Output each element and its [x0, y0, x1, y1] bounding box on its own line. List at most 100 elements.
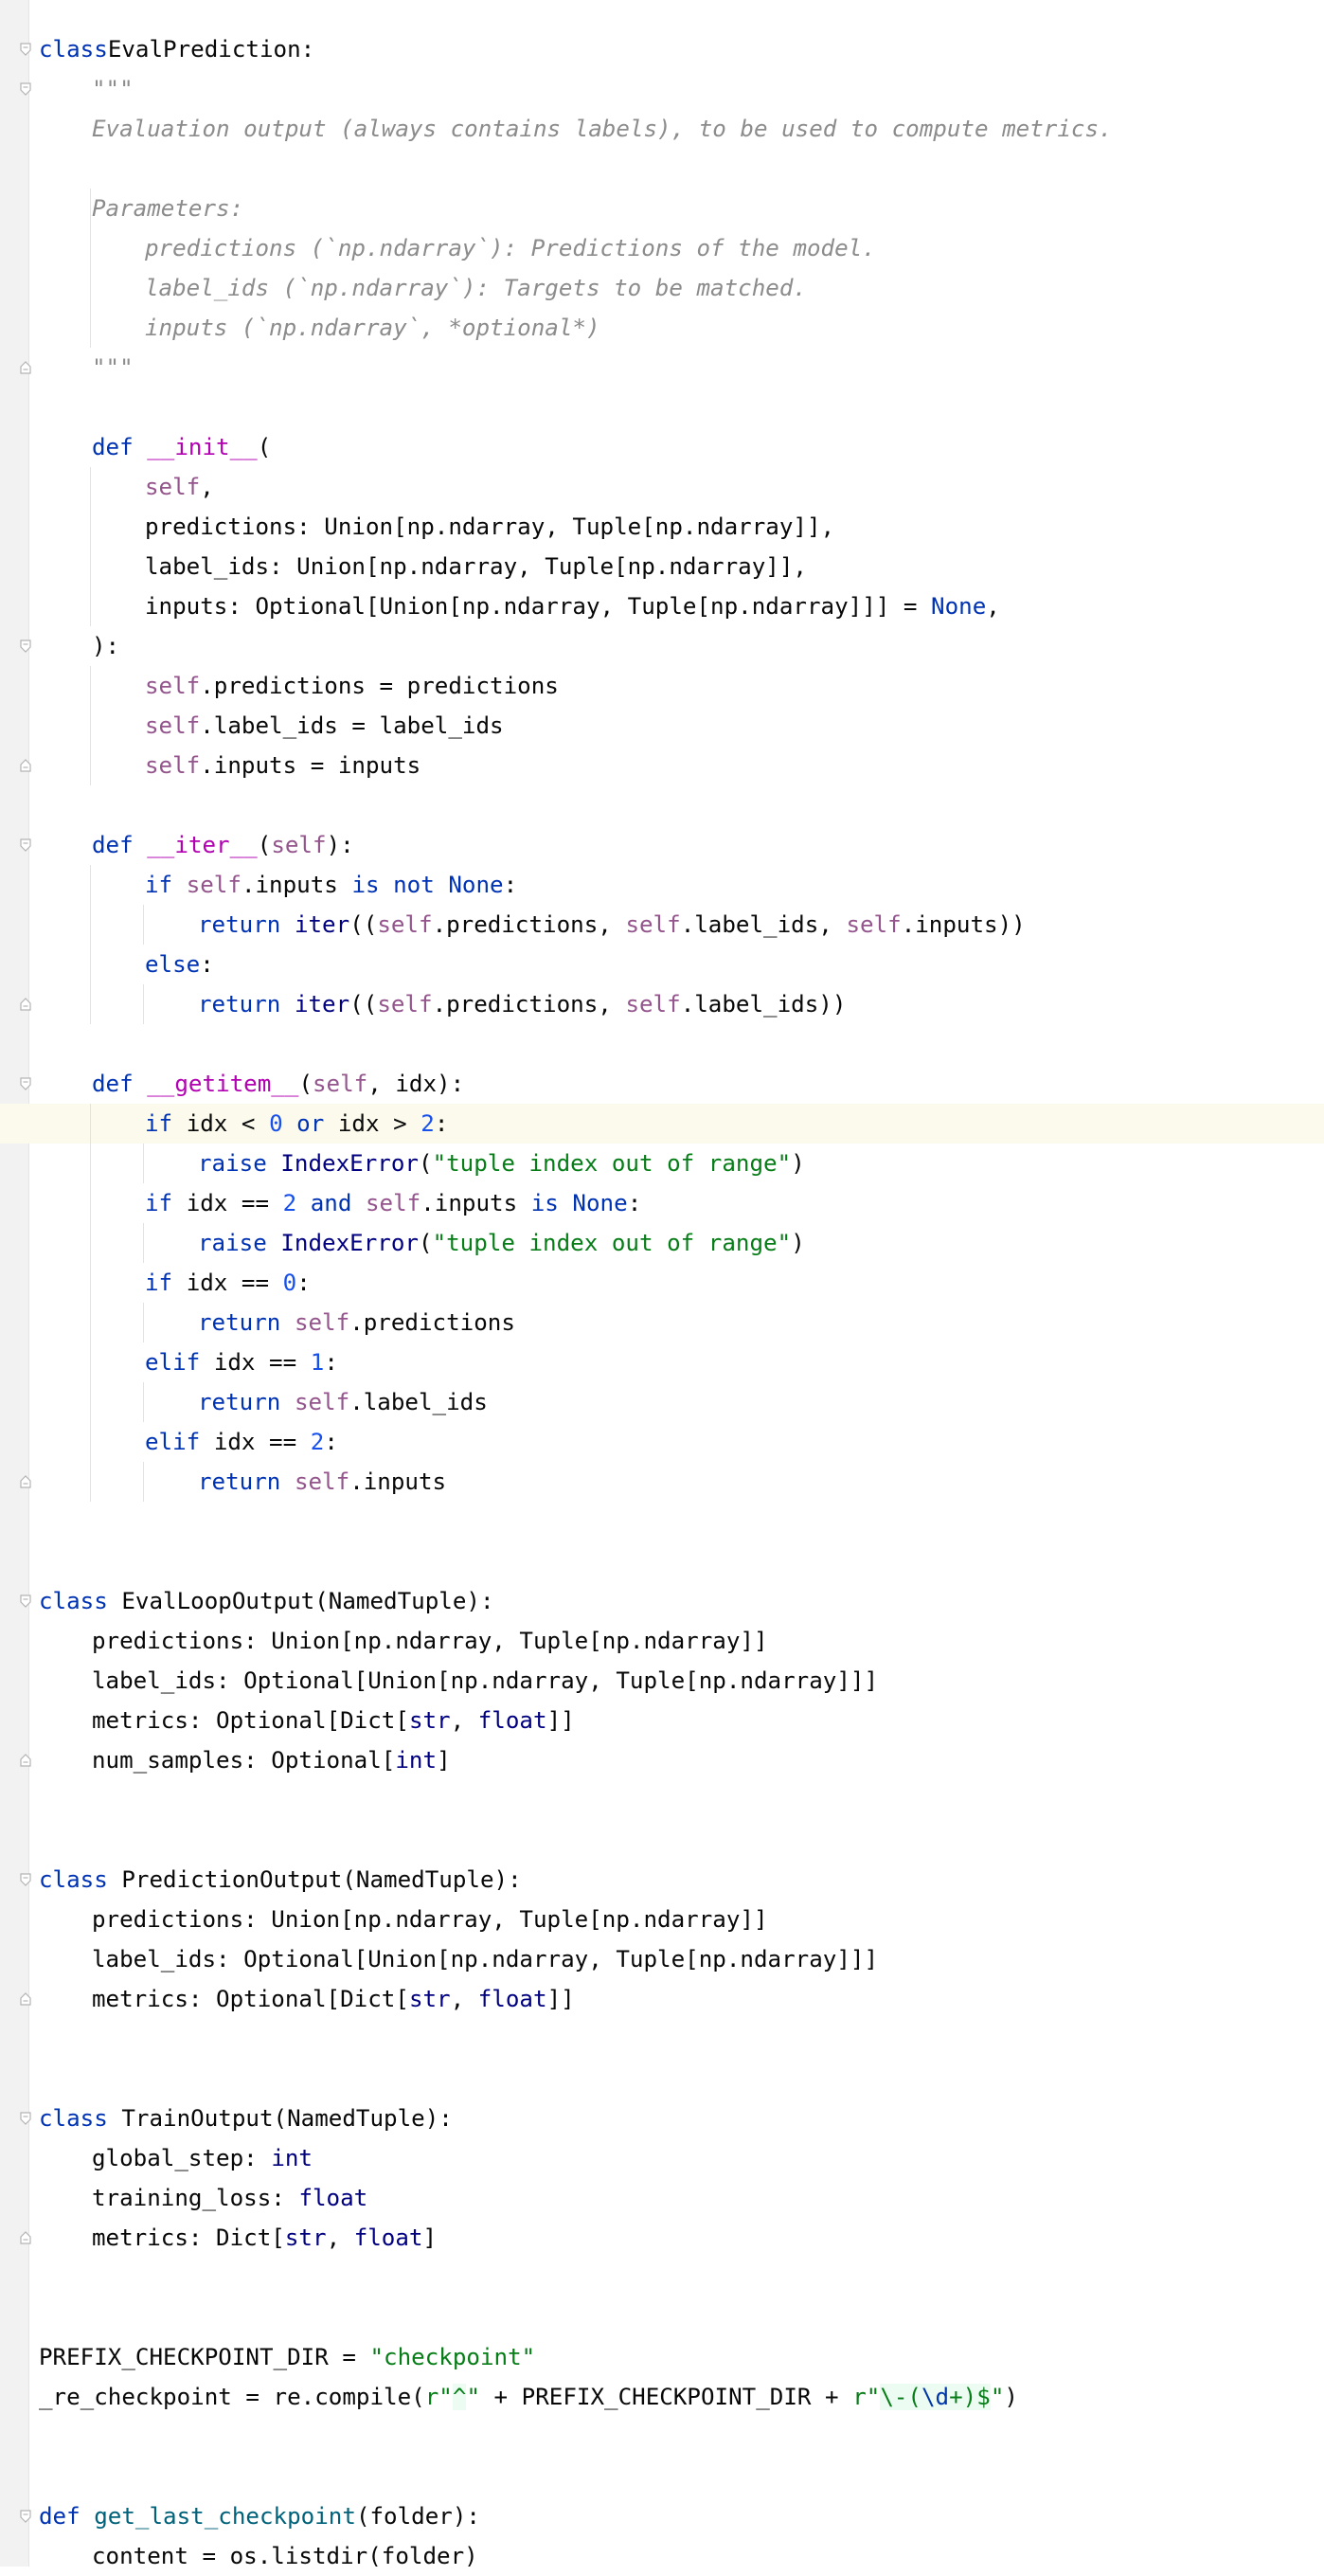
code-line[interactable]: raise IndexError("tuple index out of ran…: [0, 1144, 1324, 1183]
code-text: return self.label_ids: [198, 1382, 488, 1422]
code-line[interactable]: return iter((self.predictions, self.labe…: [0, 905, 1324, 945]
code-line[interactable]: [0, 2019, 1324, 2059]
code-token: self: [294, 1389, 350, 1415]
fold-end-icon[interactable]: [19, 759, 32, 772]
fold-collapse-icon[interactable]: [19, 1594, 32, 1608]
fold-end-icon[interactable]: [19, 1754, 32, 1767]
code-line[interactable]: self.label_ids = label_ids: [0, 706, 1324, 746]
code-line[interactable]: [0, 2457, 1324, 2496]
code-line[interactable]: elif idx == 1:: [0, 1342, 1324, 1382]
code-line[interactable]: classEvalPrediction:: [0, 29, 1324, 69]
code-line[interactable]: if self.inputs is not None:: [0, 865, 1324, 905]
fold-collapse-icon[interactable]: [19, 2112, 32, 2125]
code-line[interactable]: raise IndexError("tuple index out of ran…: [0, 1223, 1324, 1263]
code-line[interactable]: [0, 785, 1324, 825]
fold-collapse-icon[interactable]: [19, 43, 32, 56]
code-token: ": [466, 2384, 480, 2410]
code-line[interactable]: if idx == 0:: [0, 1263, 1324, 1303]
code-line[interactable]: [0, 2417, 1324, 2457]
code-token: is not None: [351, 872, 504, 898]
code-line[interactable]: class TrainOutput(NamedTuple):: [0, 2099, 1324, 2138]
code-line[interactable]: inputs: Optional[Union[np.ndarray, Tuple…: [0, 586, 1324, 626]
code-line[interactable]: label_ids: Optional[Union[np.ndarray, Tu…: [0, 1939, 1324, 1979]
code-line[interactable]: [0, 1820, 1324, 1860]
code-line[interactable]: predictions: Union[np.ndarray, Tuple[np.…: [0, 507, 1324, 547]
code-line[interactable]: predictions: Union[np.ndarray, Tuple[np.…: [0, 1621, 1324, 1661]
code-token: +)$: [949, 2384, 991, 2410]
fold-collapse-icon[interactable]: [19, 838, 32, 852]
code-text: elif idx == 1:: [145, 1342, 338, 1382]
code-token: raise: [198, 1150, 281, 1177]
code-text: classEvalPrediction:: [39, 29, 314, 69]
fold-end-icon[interactable]: [19, 1992, 32, 2006]
fold-collapse-icon[interactable]: [19, 639, 32, 653]
code-line[interactable]: """: [0, 69, 1324, 109]
code-line[interactable]: """: [0, 348, 1324, 387]
code-line[interactable]: [0, 2258, 1324, 2297]
code-line[interactable]: class PredictionOutput(NamedTuple):: [0, 1860, 1324, 1900]
code-token: int: [395, 1747, 438, 1774]
code-line[interactable]: def __iter__(self):: [0, 825, 1324, 865]
code-line[interactable]: self,: [0, 467, 1324, 507]
fold-collapse-icon[interactable]: [19, 1873, 32, 1886]
code-line[interactable]: elif idx == 2:: [0, 1422, 1324, 1462]
fold-collapse-icon[interactable]: [19, 2510, 32, 2523]
code-line[interactable]: metrics: Optional[Dict[str, float]]: [0, 1701, 1324, 1740]
code-editor[interactable]: classEvalPrediction: """ Evaluation output…: [0, 29, 1324, 2576]
code-line[interactable]: if idx < 0 or idx > 2:: [0, 1104, 1324, 1144]
fold-collapse-icon[interactable]: [19, 82, 32, 96]
code-line[interactable]: content = os.listdir(folder): [0, 2536, 1324, 2576]
code-line[interactable]: label_ids (`np.ndarray`): Targets to be …: [0, 268, 1324, 308]
code-line[interactable]: [0, 2059, 1324, 2099]
code-line[interactable]: class EvalLoopOutput(NamedTuple):: [0, 1581, 1324, 1621]
fold-end-icon[interactable]: [19, 2231, 32, 2244]
fold-end-icon[interactable]: [19, 361, 32, 374]
code-line[interactable]: self.predictions = predictions: [0, 666, 1324, 706]
code-token: .inputs: [420, 1190, 531, 1216]
code-text: training_loss: float: [92, 2178, 367, 2218]
code-line[interactable]: [0, 1024, 1324, 1064]
indent-guide: [143, 984, 144, 1024]
code-token: self: [145, 673, 201, 699]
code-line[interactable]: ):: [0, 626, 1324, 666]
code-line[interactable]: [0, 1502, 1324, 1541]
code-line[interactable]: PREFIX_CHECKPOINT_DIR = "checkpoint": [0, 2337, 1324, 2377]
code-line[interactable]: return self.label_ids: [0, 1382, 1324, 1422]
code-line[interactable]: metrics: Dict[str, float]: [0, 2218, 1324, 2258]
code-line[interactable]: def __init__(: [0, 427, 1324, 467]
code-token: PREFIX_CHECKPOINT_DIR =: [39, 2344, 370, 2370]
fold-collapse-icon[interactable]: [19, 1077, 32, 1090]
code-line[interactable]: return self.inputs: [0, 1462, 1324, 1502]
code-text: if idx < 0 or idx > 2:: [145, 1104, 448, 1144]
code-line[interactable]: global_step: int: [0, 2138, 1324, 2178]
code-line[interactable]: predictions (`np.ndarray`): Predictions …: [0, 228, 1324, 268]
code-line[interactable]: inputs (`np.ndarray`, *optional*): [0, 308, 1324, 348]
code-token: :: [324, 1349, 338, 1376]
code-line[interactable]: return iter((self.predictions, self.labe…: [0, 984, 1324, 1024]
code-line[interactable]: if idx == 2 and self.inputs is None:: [0, 1183, 1324, 1223]
fold-end-icon[interactable]: [19, 998, 32, 1011]
code-line[interactable]: Evaluation output (always contains label…: [0, 109, 1324, 149]
code-line[interactable]: def get_last_checkpoint(folder):: [0, 2496, 1324, 2536]
code-line[interactable]: [0, 1541, 1324, 1581]
fold-end-icon[interactable]: [19, 1475, 32, 1488]
code-line[interactable]: [0, 1780, 1324, 1820]
code-line[interactable]: self.inputs = inputs: [0, 746, 1324, 785]
code-line[interactable]: else:: [0, 945, 1324, 984]
code-line[interactable]: metrics: Optional[Dict[str, float]]: [0, 1979, 1324, 2019]
code-line[interactable]: _re_checkpoint = re.compile(r"^" + PREFI…: [0, 2377, 1324, 2417]
code-token: content = os.listdir(folder): [92, 2543, 478, 2569]
code-line[interactable]: [0, 149, 1324, 189]
code-line[interactable]: label_ids: Union[np.ndarray, Tuple[np.nd…: [0, 547, 1324, 586]
code-token: :: [627, 1190, 642, 1216]
code-line[interactable]: num_samples: Optional[int]: [0, 1740, 1324, 1780]
code-line[interactable]: [0, 2297, 1324, 2337]
code-line[interactable]: return self.predictions: [0, 1303, 1324, 1342]
code-line[interactable]: training_loss: float: [0, 2178, 1324, 2218]
code-line[interactable]: Parameters:: [0, 189, 1324, 228]
code-line[interactable]: predictions: Union[np.ndarray, Tuple[np.…: [0, 1900, 1324, 1939]
code-line[interactable]: def __getitem__(self, idx):: [0, 1064, 1324, 1104]
code-line[interactable]: label_ids: Optional[Union[np.ndarray, Tu…: [0, 1661, 1324, 1701]
code-line[interactable]: [0, 387, 1324, 427]
code-token: .predictions,: [432, 911, 626, 938]
